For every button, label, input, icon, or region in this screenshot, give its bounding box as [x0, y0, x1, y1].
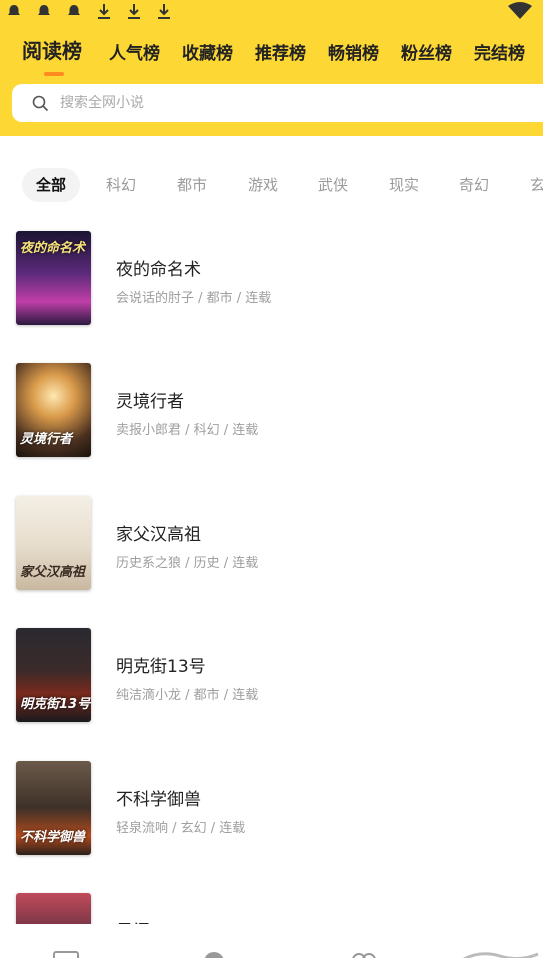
book-meta: 轻泉流响 / 玄幻 / 连载 — [116, 821, 246, 836]
download-icon — [128, 4, 140, 19]
cover-title: 夜的命名术 — [20, 241, 86, 256]
book-cover: 灵境行者 — [16, 363, 91, 457]
category-urban[interactable]: 都市 — [177, 168, 207, 202]
profile-icon[interactable] — [460, 950, 540, 958]
category-scifi[interactable]: 科幻 — [106, 168, 136, 202]
notification-icon — [68, 5, 80, 15]
book-item[interactable]: 家父汉高祖 家父汉高祖 历史系之狼 / 历史 / 连载 — [0, 480, 543, 612]
active-tab-indicator — [44, 72, 64, 76]
book-cover — [16, 893, 91, 925]
book-cover: 明克街13号 — [16, 628, 91, 722]
tab-completed-rank[interactable]: 完结榜 — [474, 39, 525, 69]
wifi-icon — [508, 2, 532, 19]
cover-title: 明克街13号 — [20, 697, 91, 712]
category-reality[interactable]: 现实 — [389, 168, 419, 202]
book-meta: 会说话的肘子 / 都市 / 连载 — [116, 291, 272, 306]
tab-popularity-rank[interactable]: 人气榜 — [109, 39, 160, 69]
bookshelf-icon[interactable] — [52, 950, 80, 958]
category-fantasy[interactable]: 奇幻 — [459, 168, 489, 202]
status-bar — [0, 0, 543, 22]
tab-fans-rank[interactable]: 粉丝榜 — [401, 39, 452, 69]
search-placeholder: 搜索全网小说 — [60, 95, 144, 111]
community-icon[interactable] — [350, 950, 378, 958]
cover-title: 家父汉高祖 — [20, 565, 86, 580]
tab-recommend-rank[interactable]: 推荐榜 — [255, 39, 306, 69]
category-game[interactable]: 游戏 — [248, 168, 278, 202]
rank-tabs: 阅读榜 人气榜 收藏榜 推荐榜 畅销榜 粉丝榜 完结榜 — [0, 36, 543, 68]
book-title: 夜的命名术 — [116, 260, 201, 280]
download-icon — [98, 4, 110, 19]
book-title: 明克街13号 — [116, 657, 206, 677]
book-cover: 家父汉高祖 — [16, 496, 91, 590]
search-bar[interactable]: 搜索全网小说 — [12, 84, 543, 122]
tab-favorites-rank[interactable]: 收藏榜 — [182, 39, 233, 69]
category-xuanhuan[interactable]: 玄 — [530, 168, 543, 202]
book-meta: 卖报小郎君 / 科幻 / 连载 — [116, 423, 259, 438]
cover-title: 灵境行者 — [20, 432, 73, 447]
book-title: 灵境行者 — [116, 392, 184, 412]
notification-icon — [38, 5, 50, 15]
category-wuxia[interactable]: 武侠 — [318, 168, 348, 202]
book-item[interactable]: 明克街13号 明克街13号 纯洁滴小龙 / 都市 / 连载 — [0, 612, 543, 744]
book-title: 不科学御兽 — [116, 790, 201, 810]
book-cover: 夜的命名术 — [16, 231, 91, 325]
tab-bestseller-rank[interactable]: 畅销榜 — [328, 39, 379, 69]
book-title: 家父汉高祖 — [116, 525, 201, 545]
cover-title: 不科学御兽 — [20, 830, 86, 845]
book-item[interactable]: 夜的命名术 夜的命名术 会说话的肘子 / 都市 / 连载 — [0, 215, 543, 347]
book-item[interactable]: 灵境行者 灵境行者 卖报小郎君 / 科幻 / 连载 — [0, 347, 543, 479]
book-meta: 纯洁滴小龙 / 都市 / 连载 — [116, 688, 259, 703]
book-meta: 历史系之狼 / 历史 / 连载 — [116, 556, 259, 571]
book-item[interactable]: 星门 — [0, 877, 543, 925]
notification-icon — [8, 5, 20, 15]
book-item[interactable]: 不科学御兽 不科学御兽 轻泉流响 / 玄幻 / 连载 — [0, 745, 543, 877]
category-filter: 全部 科幻 都市 游戏 武侠 现实 奇幻 玄 — [0, 168, 543, 204]
category-all[interactable]: 全部 — [22, 168, 81, 202]
discover-icon[interactable] — [200, 950, 228, 958]
bottom-nav — [0, 924, 543, 958]
top-header: 阅读榜 人气榜 收藏榜 推荐榜 畅销榜 粉丝榜 完结榜 搜索全网小说 — [0, 0, 543, 136]
download-icon — [158, 4, 170, 19]
search-icon — [32, 95, 49, 112]
tab-reading-rank[interactable]: 阅读榜 — [22, 36, 82, 66]
book-cover: 不科学御兽 — [16, 761, 91, 855]
